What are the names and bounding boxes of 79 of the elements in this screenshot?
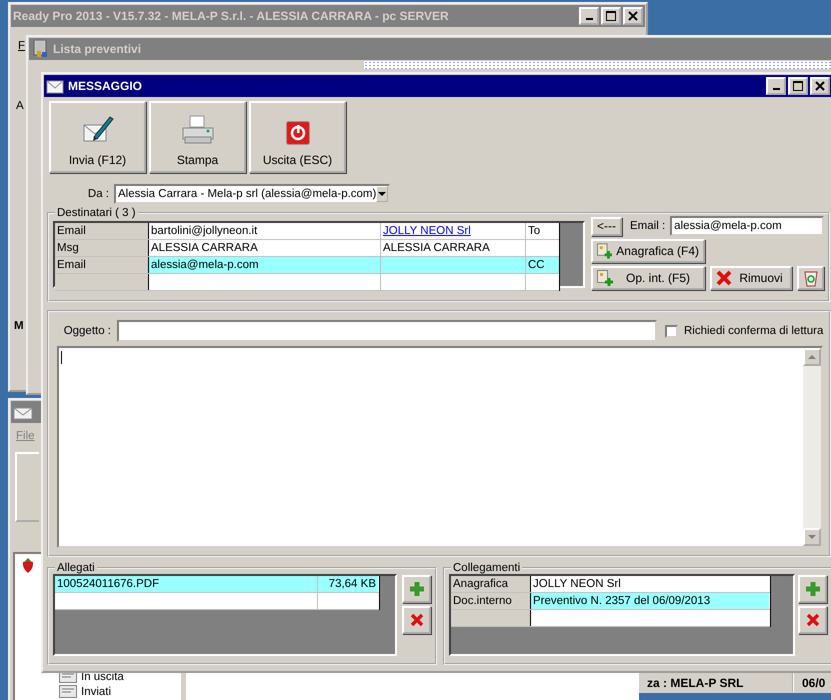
close-icon xyxy=(815,81,825,91)
maximize-button[interactable] xyxy=(788,77,808,95)
document-icon xyxy=(33,40,49,58)
table-cell: 73,64 KB xyxy=(318,576,378,592)
table-cell-text: To xyxy=(527,224,542,239)
scrollbar[interactable] xyxy=(803,348,822,546)
group-title: Destinatari ( 3 ) xyxy=(56,207,137,219)
add-button[interactable]: Anagrafica (F4) xyxy=(591,239,705,263)
minimize-button[interactable] xyxy=(579,7,599,25)
add-button[interactable] xyxy=(402,575,431,603)
checkbox[interactable] xyxy=(665,324,678,338)
row-header: Email xyxy=(55,257,149,273)
remove-button[interactable] xyxy=(402,606,431,634)
email-field[interactable]: alessia@mela-p.com xyxy=(670,216,824,236)
group-title: Allegati xyxy=(56,562,96,574)
row-header: Msg xyxy=(55,240,149,256)
strawberry-icon xyxy=(21,558,35,574)
table-cell: bartolini@jollyneon.it xyxy=(149,223,381,239)
down-arrow-icon xyxy=(808,535,816,539)
side-label: A xyxy=(16,100,24,112)
maximize-icon xyxy=(793,81,803,91)
minimize-button[interactable] xyxy=(766,77,786,95)
plus-icon xyxy=(804,581,820,597)
tree-item[interactable]: In uscita xyxy=(81,670,124,682)
maximize-icon xyxy=(606,11,616,21)
row-header: Doc.interno xyxy=(451,593,531,609)
from-dropdown[interactable]: Alessia Carrara - Mela-p srl (alessia@mela-p.com) xyxy=(114,184,390,204)
table-cell: ALESSIA CARRARA xyxy=(149,240,381,256)
row-header: Anagrafica xyxy=(451,576,531,592)
card-plus-icon xyxy=(597,243,612,259)
email-label: Email : xyxy=(630,220,666,232)
up-arrow-icon xyxy=(808,355,816,359)
toolbar-button[interactable]: Invia (F12) xyxy=(49,101,146,173)
table-cell: Preventivo N. 2357 del 06/09/2013 xyxy=(531,593,769,609)
maximize-button[interactable] xyxy=(601,7,621,25)
group-title: Collegamenti xyxy=(452,562,522,574)
subject-label: Oggetto : xyxy=(62,325,111,337)
table-cell: CC xyxy=(526,257,559,273)
side-label: M xyxy=(14,320,24,332)
row-header: Email xyxy=(55,223,149,239)
table-cell: 100524011676.PDF xyxy=(55,576,318,592)
minimize-icon xyxy=(772,88,780,90)
remove-button[interactable] xyxy=(798,606,827,634)
window-title: Ready Pro 2013 - V15.7.32 - MELA-P S.r.l. - ALESSIA CARRARA - pc SERVER xyxy=(13,9,449,23)
table-cell: ALESSIA CARRARA xyxy=(381,240,526,256)
close-button[interactable] xyxy=(810,77,830,95)
caret-icon xyxy=(378,192,386,196)
table-cell: alessia@mela-p.com xyxy=(149,257,381,273)
toolbar-button[interactable]: Stampa xyxy=(149,101,246,173)
tree-item[interactable]: Inviati xyxy=(81,686,112,698)
cross-icon xyxy=(410,613,424,627)
arrow-button[interactable]: <--- xyxy=(591,216,622,236)
message-body-field[interactable] xyxy=(57,346,824,548)
subject-field[interactable] xyxy=(117,320,657,342)
close-icon xyxy=(628,11,638,21)
window-title: MESSAGGIO xyxy=(68,79,142,93)
printer-icon xyxy=(180,115,214,145)
table-cell[interactable]: JOLLY NEON Srl xyxy=(381,223,526,239)
toolbar-button[interactable]: Uscita (ESC) xyxy=(249,101,346,173)
folder-icon xyxy=(59,685,77,698)
close-button[interactable] xyxy=(623,7,643,25)
from-label: Da : xyxy=(86,188,110,200)
cross-icon xyxy=(716,270,732,286)
table-cell-text: JOLLY NEON Srl xyxy=(532,577,622,592)
envelope-icon xyxy=(46,78,64,94)
plus-icon xyxy=(408,581,424,597)
power-icon xyxy=(286,121,310,145)
remove-button[interactable]: Rimuovi xyxy=(710,266,792,290)
window-title: Lista preventivi xyxy=(53,42,142,56)
cross-icon xyxy=(806,613,820,627)
card-plus-icon xyxy=(597,270,613,286)
menu-item[interactable]: F xyxy=(18,40,26,52)
add-button[interactable]: Op. int. (F5) xyxy=(591,266,705,290)
checkbox-label: Richiedi conferma di lettura xyxy=(684,325,824,337)
add-button[interactable] xyxy=(798,575,827,603)
recycle-bin-icon xyxy=(802,269,818,287)
minimize-icon xyxy=(586,18,592,20)
status-text: 06/0 xyxy=(801,675,826,692)
recycle-bin-button[interactable] xyxy=(797,266,824,290)
